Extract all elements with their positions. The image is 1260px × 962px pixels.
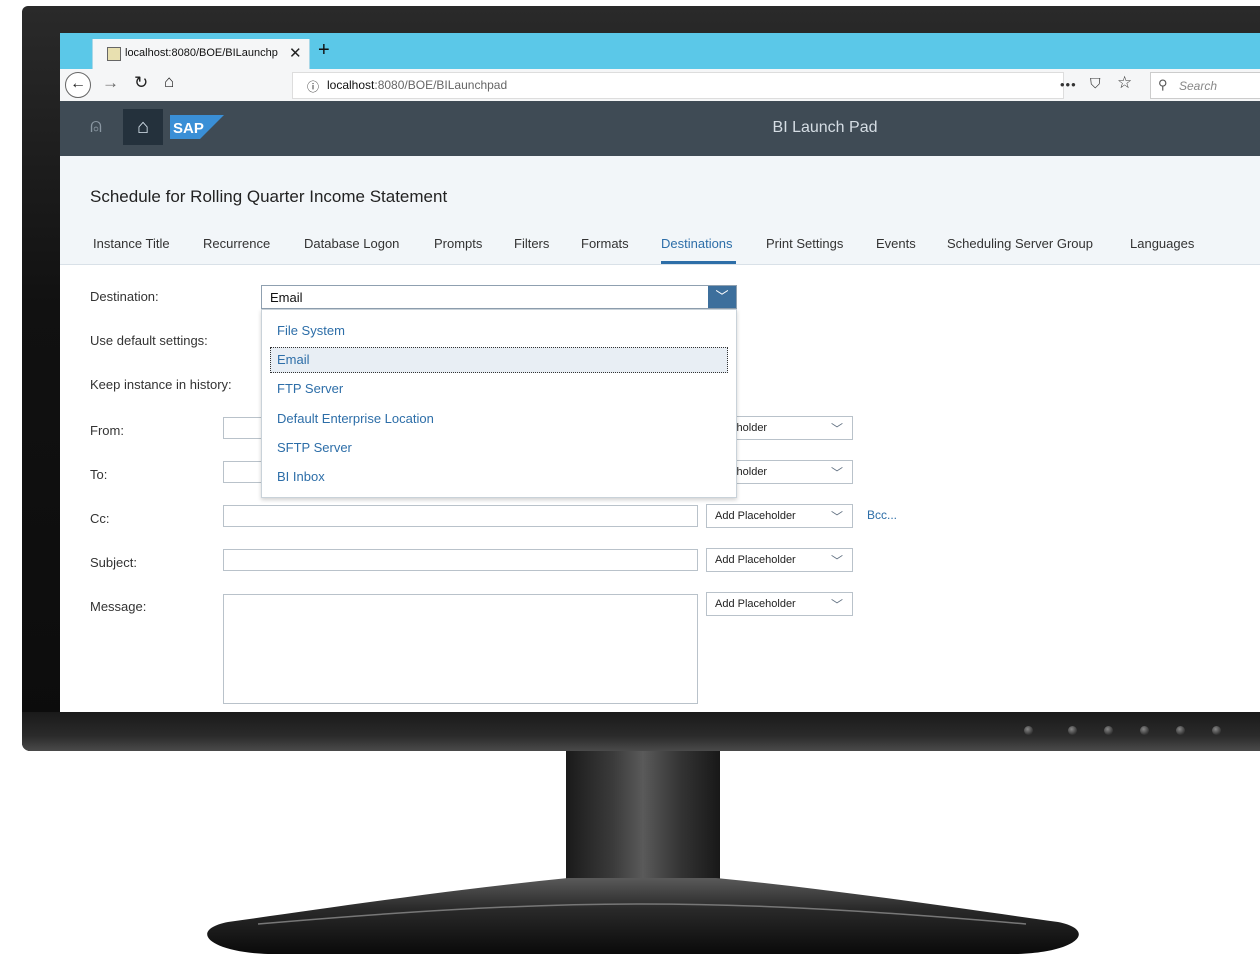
monitor-button-icon [1140, 726, 1149, 735]
favicon-icon [107, 47, 121, 61]
tab-formats[interactable]: Formats [581, 236, 629, 251]
search-input[interactable]: ⚲ Search [1150, 72, 1260, 99]
tab-filters[interactable]: Filters [514, 236, 549, 251]
cc-placeholder-dropdown[interactable]: Add Placeholder ﹀ [706, 504, 853, 528]
tab-database-logon[interactable]: Database Logon [304, 236, 399, 251]
cc-label: Cc: [90, 511, 110, 526]
tab-print-settings[interactable]: Print Settings [766, 236, 843, 251]
reload-icon[interactable]: ↻ [134, 73, 148, 93]
subject-placeholder-dropdown[interactable]: Add Placeholder ﹀ [706, 548, 853, 572]
monitor-stand [207, 878, 1079, 954]
monitor-button-icon [1068, 726, 1077, 735]
option-default-enterprise-location[interactable]: Default Enterprise Location [277, 411, 434, 426]
info-icon[interactable]: ⓘ [307, 78, 319, 95]
option-bi-inbox[interactable]: BI Inbox [277, 469, 325, 484]
subject-field[interactable] [223, 549, 698, 571]
url-text: localhost:8080/BOE/BILaunchpad [327, 78, 508, 92]
bookmark-star-icon[interactable]: ☆ [1117, 73, 1132, 93]
tab-recurrence[interactable]: Recurrence [203, 236, 270, 251]
dialog-header: Schedule for Rolling Quarter Income Stat… [60, 156, 1260, 265]
chevron-down-icon: ﹀ [831, 598, 844, 612]
chevron-down-icon[interactable]: ﹀ [708, 286, 736, 308]
message-placeholder-dropdown[interactable]: Add Placeholder ﹀ [706, 592, 853, 616]
message-label: Message: [90, 599, 147, 614]
subject-label: Subject: [90, 555, 137, 570]
cc-field[interactable] [223, 505, 698, 527]
option-file-system[interactable]: File System [277, 323, 345, 338]
new-tab-button[interactable]: + [318, 39, 330, 62]
app-header: ⍝ ⌂ SAP BI Launch Pad [60, 101, 1260, 156]
page-title: Schedule for Rolling Quarter Income Stat… [90, 187, 448, 206]
more-icon[interactable]: ••• [1060, 77, 1077, 92]
tab-events[interactable]: Events [876, 236, 916, 251]
option-email[interactable]: Email [277, 352, 310, 367]
chevron-down-icon: ﹀ [831, 554, 844, 568]
to-label: To: [90, 467, 108, 482]
browser-nav-bar: ← → ↻ ⌂ ⓘ localhost:8080/BOE/BILaunchpad… [60, 69, 1260, 102]
browser-tab[interactable]: localhost:8080/BOE/BILaunchp ✕ [92, 39, 310, 69]
tab-prompts[interactable]: Prompts [434, 236, 482, 251]
active-tab-indicator [661, 261, 736, 264]
search-icon: ⚲ [1158, 77, 1168, 92]
chevron-down-icon: ﹀ [831, 422, 844, 436]
destination-label: Destination: [90, 289, 159, 304]
chevron-down-icon: ﹀ [831, 510, 844, 524]
tab-scheduling-server-group[interactable]: Scheduling Server Group [947, 236, 1093, 251]
back-icon[interactable]: ← [65, 72, 91, 98]
monitor-button-icon [1176, 726, 1185, 735]
message-textarea[interactable] [223, 594, 698, 704]
tab-title: localhost:8080/BOE/BILaunchp [125, 47, 278, 59]
forward-icon[interactable]: → [102, 73, 119, 93]
chevron-down-icon: ﹀ [831, 466, 844, 480]
monitor-button-icon [1024, 726, 1033, 735]
option-sftp-server[interactable]: SFTP Server [277, 440, 352, 455]
browser-tab-bar: localhost:8080/BOE/BILaunchp ✕ + [60, 33, 1260, 69]
search-placeholder: Search [1179, 79, 1218, 93]
tab-languages[interactable]: Languages [1130, 236, 1194, 251]
pocket-icon[interactable]: ⛉ [1090, 75, 1101, 92]
home-icon[interactable]: ⌂ [164, 72, 174, 92]
keep-instance-label: Keep instance in history: [90, 377, 232, 392]
app-title: BI Launch Pad [772, 119, 878, 136]
url-bar[interactable]: ⓘ localhost:8080/BOE/BILaunchpad [292, 72, 1064, 99]
destination-dropdown-list: File System Email FTP Server Default Ent… [261, 309, 737, 498]
destination-select[interactable]: Email ﹀ [261, 285, 737, 309]
monitor-button-icon [1212, 726, 1221, 735]
tab-destinations[interactable]: Destinations [661, 236, 733, 251]
bcc-link[interactable]: Bcc... [867, 508, 897, 522]
monitor-button-icon [1104, 726, 1113, 735]
option-ftp-server[interactable]: FTP Server [277, 381, 343, 396]
destination-selected-value: Email [270, 290, 303, 305]
close-tab-icon[interactable]: ✕ [289, 44, 302, 62]
from-label: From: [90, 423, 124, 438]
use-default-settings-label: Use default settings: [90, 333, 208, 348]
browser-window: localhost:8080/BOE/BILaunchp ✕ + ← → ↻ ⌂… [60, 33, 1260, 712]
selected-option-highlight [270, 347, 728, 373]
tab-instance-title[interactable]: Instance Title [93, 236, 170, 251]
